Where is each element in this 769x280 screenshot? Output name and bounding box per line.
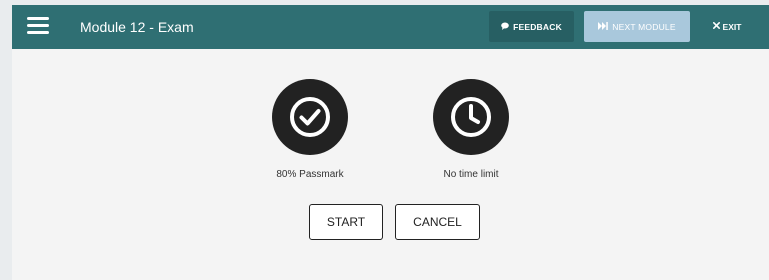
- next-module-label: NEXT MODULE: [612, 21, 676, 32]
- next-module-button[interactable]: NEXT MODULE: [584, 11, 690, 42]
- exam-window: Module 12 - Exam FEEDBACK NEXT MODULE EX…: [12, 5, 769, 280]
- module-title: Module 12 - Exam: [80, 19, 194, 35]
- check-circle-icon: [272, 79, 348, 155]
- hamburger-menu-icon[interactable]: [27, 17, 49, 35]
- speech-bubble-icon: [501, 22, 509, 32]
- start-button[interactable]: START: [309, 204, 383, 240]
- time-limit-caption: No time limit: [443, 169, 499, 180]
- cancel-button[interactable]: CANCEL: [395, 204, 480, 240]
- top-bar: Module 12 - Exam FEEDBACK NEXT MODULE EX…: [12, 5, 769, 49]
- feedback-button[interactable]: FEEDBACK: [489, 11, 574, 42]
- exit-label: EXIT: [722, 21, 742, 32]
- clock-icon: [433, 79, 509, 155]
- exit-button[interactable]: EXIT: [702, 11, 752, 42]
- close-icon: [712, 22, 720, 31]
- passmark-caption: 80% Passmark: [276, 169, 344, 180]
- feedback-label: FEEDBACK: [513, 21, 562, 32]
- skip-forward-icon: [598, 21, 609, 32]
